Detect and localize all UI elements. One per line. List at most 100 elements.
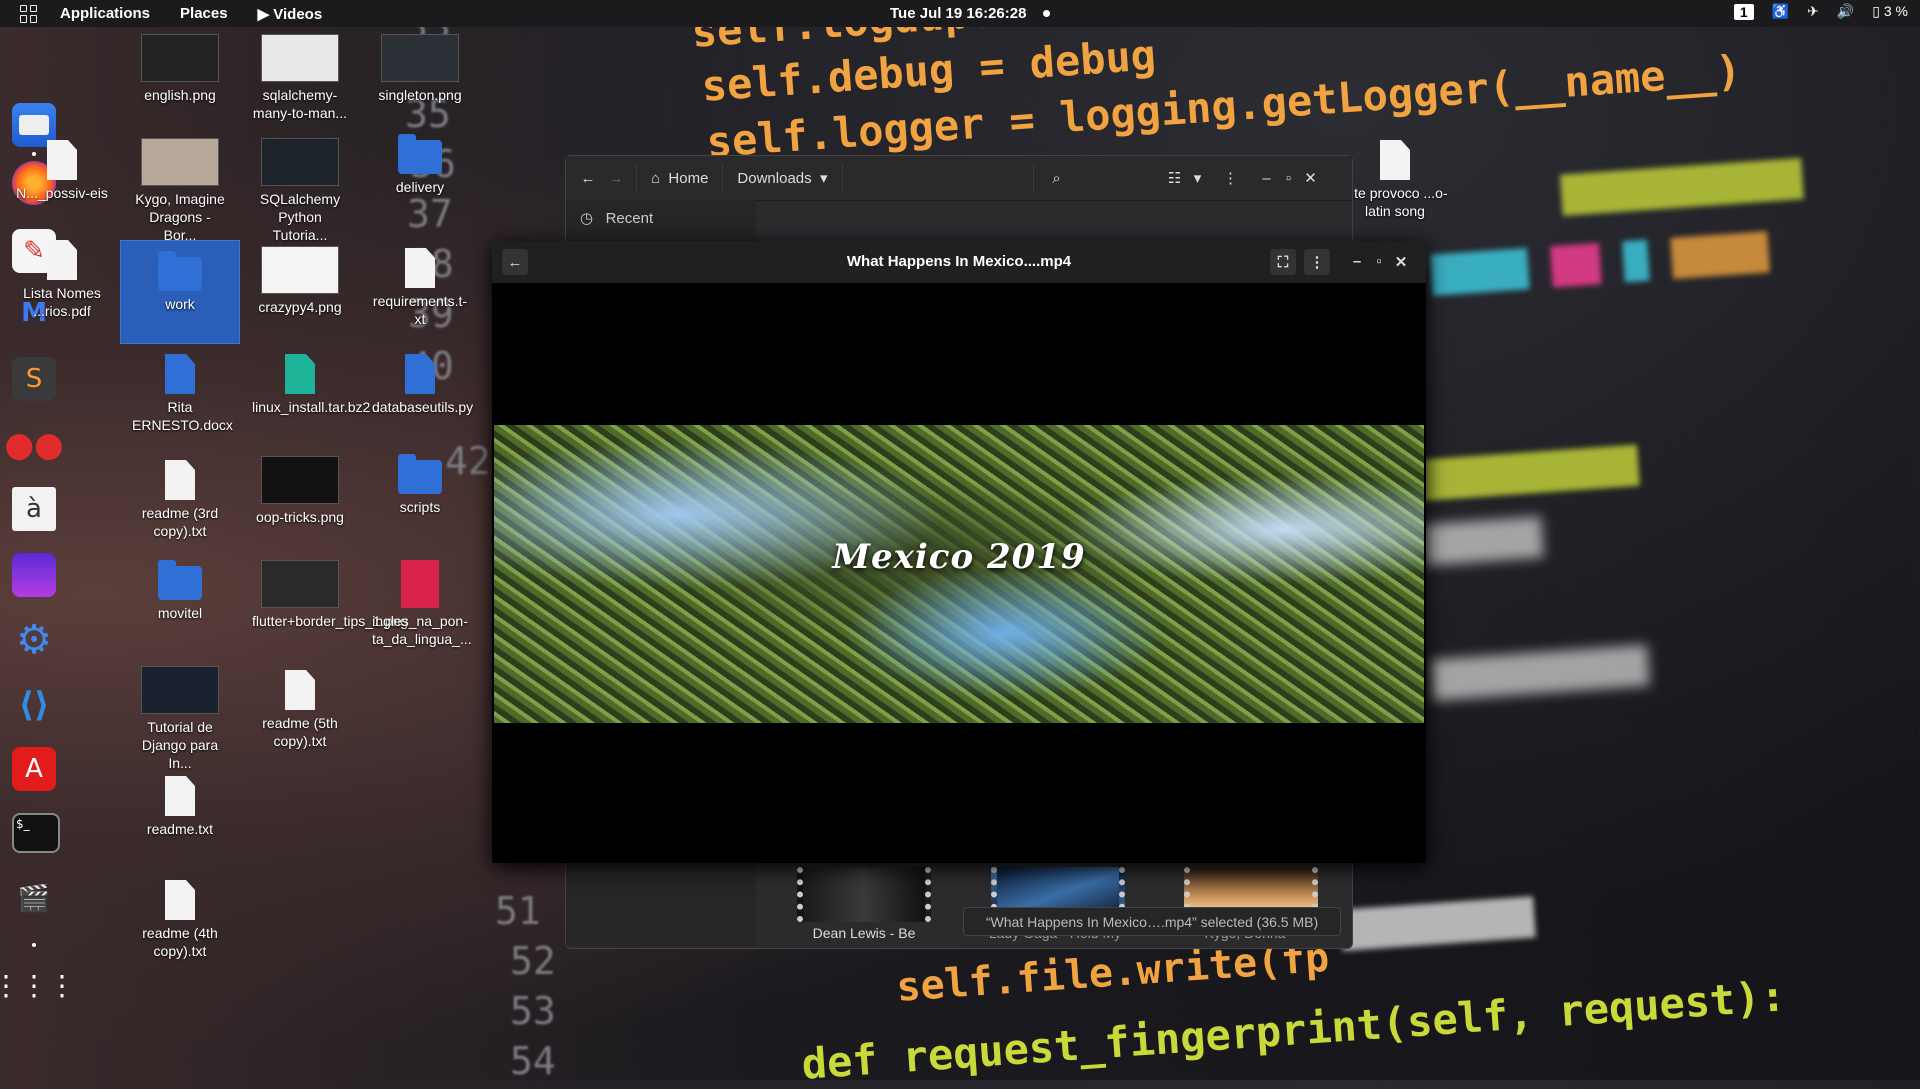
vscode-icon[interactable]: ⟨⟩ xyxy=(12,683,56,727)
text-file-icon xyxy=(165,880,195,920)
menu-kebab-icon[interactable]: ⋮ xyxy=(1304,249,1330,275)
breadcrumb-downloads[interactable]: Downloads ▾ xyxy=(723,164,843,192)
close-icon[interactable]: ✕ xyxy=(1300,169,1322,187)
airplane-icon[interactable]: ✈ xyxy=(1807,3,1819,20)
cherry-icon[interactable]: ●● xyxy=(4,423,63,467)
text-file-icon xyxy=(165,776,195,816)
desktop-icon-readme-3rd[interactable]: readme (3rd copy).txt xyxy=(132,460,228,540)
breadcrumb-home[interactable]: ⌂ Home xyxy=(636,164,724,192)
video-player-headerbar: ← What Happens In Mexico....mp4 ⛶ ⋮ – ▫ … xyxy=(492,241,1426,283)
desktop-icon-delivery[interactable]: delivery xyxy=(372,134,468,196)
workspace-indicator[interactable]: 1 xyxy=(1733,3,1754,20)
folder-icon xyxy=(398,134,442,174)
videos-menu[interactable]: ▶ Videos xyxy=(258,5,323,23)
video-thumbnail xyxy=(141,138,219,186)
desktop-icon-ingles-pdf[interactable]: ingles_na_pon-ta_da_lingua_... xyxy=(372,560,472,648)
places-menu[interactable]: Places xyxy=(180,5,228,22)
acrobat-icon[interactable]: A xyxy=(12,747,56,791)
desktop-icon-tutorial-django[interactable]: Tutorial de Django para In... xyxy=(132,666,228,772)
show-apps-icon[interactable]: ⋮⋮⋮ xyxy=(0,963,76,1007)
accessibility-icon[interactable]: ♿ xyxy=(1772,3,1789,20)
minimize-icon[interactable]: – xyxy=(1348,253,1366,270)
back-arrow-icon[interactable]: ← xyxy=(574,170,602,187)
folder-icon xyxy=(158,560,202,600)
minimize-icon[interactable]: – xyxy=(1256,170,1278,187)
video-icon[interactable]: 🎬 xyxy=(12,877,56,921)
desktop-icon-scripts[interactable]: scripts xyxy=(372,454,468,516)
fullscreen-icon[interactable]: ⛶ xyxy=(1270,249,1296,275)
desktop-icon-flutter-border[interactable]: flutter+border_tips_1.png xyxy=(252,560,408,630)
terminal-icon[interactable]: $_ xyxy=(12,813,60,853)
selection-status-tooltip: “What Happens In Mexico….mp4” selected (… xyxy=(963,907,1341,936)
desktop-icon-crazypy4[interactable]: crazypy4.png xyxy=(252,246,348,316)
desktop-icon-readme[interactable]: readme.txt xyxy=(132,776,228,838)
screenshot-icon[interactable] xyxy=(12,553,56,597)
wallpaper-code-line: ▇▇▇▇▇ xyxy=(1420,511,1544,566)
folder-icon xyxy=(158,251,202,291)
desktop-icon-movitel[interactable]: movitel xyxy=(132,560,228,622)
desktop-icon-latin-song[interactable]: ...te provoco ...o-latin song xyxy=(1340,140,1450,220)
image-thumbnail xyxy=(381,34,459,82)
image-thumbnail xyxy=(141,34,219,82)
wallpaper-code-line: ▇▇▇▇ ▇▇ ▇ ▇▇▇▇ xyxy=(1430,226,1770,296)
pdf-icon xyxy=(401,560,439,608)
desktop-icon-databaseutils[interactable]: databaseutils.py xyxy=(372,354,473,416)
font-icon[interactable]: à xyxy=(12,487,56,531)
video-thumbnail xyxy=(261,138,339,186)
desktop-icon-linux-install[interactable]: linux_install.tar.bz2 xyxy=(252,354,370,416)
desktop-icon-rita-docx[interactable]: Rita ERNESTO.docx xyxy=(132,354,233,434)
desktop-icon-work[interactable]: work xyxy=(120,240,240,344)
notification-dot xyxy=(1043,10,1050,17)
document-icon xyxy=(1380,140,1410,180)
desktop-icon-kygo-video[interactable]: Kygo, Imagine Dragons - Bor... xyxy=(132,138,228,244)
text-file-icon xyxy=(285,670,315,710)
clock-icon: ◷ xyxy=(580,210,606,227)
video-thumbnail xyxy=(141,666,219,714)
desktop-icon-possiveis[interactable]: N..._possiv-eis xyxy=(14,140,110,202)
app-grid-icon[interactable] xyxy=(20,4,38,23)
video-frame[interactable]: Mexico 2019 xyxy=(494,425,1424,723)
view-list-icon[interactable]: ☷ xyxy=(1162,169,1188,187)
image-thumbnail xyxy=(261,560,339,608)
sidebar-item-recent[interactable]: ◷ Recent xyxy=(566,200,756,236)
python-file-icon xyxy=(405,354,435,394)
forward-arrow-icon[interactable]: → xyxy=(602,170,630,187)
image-thumbnail xyxy=(261,246,339,294)
desktop-icon-oop-tricks[interactable]: oop-tricks.png xyxy=(252,456,348,526)
document-icon xyxy=(47,140,77,180)
chevron-down-icon[interactable]: ▾ xyxy=(1188,169,1208,187)
maximize-icon[interactable]: ▫ xyxy=(1370,253,1388,270)
thumbnail-label: Dean Lewis - Be xyxy=(812,925,916,941)
desktop-icon-readme-5th[interactable]: readme (5th copy).txt xyxy=(252,670,348,750)
file-manager-headerbar: ← → ⌂ Home Downloads ▾ ⌕ ☷ ▾ ⋮ – ▫ ✕ xyxy=(566,156,1352,201)
chevron-down-icon: ▾ xyxy=(811,170,828,187)
close-icon[interactable]: ✕ xyxy=(1392,253,1410,271)
menu-kebab-icon[interactable]: ⋮ xyxy=(1216,169,1246,187)
wallpaper-code-line: ▇▇▇▇▇▇▇▇▇▇ xyxy=(1560,153,1804,216)
text-file-icon xyxy=(165,460,195,500)
desktop-icon-singleton[interactable]: singleton.png xyxy=(372,34,468,104)
desktop-icon-lista-nomes[interactable]: Lista Nomes ...rios.pdf xyxy=(14,240,110,320)
video-thumbnail[interactable] xyxy=(797,867,931,922)
image-thumbnail xyxy=(261,34,339,82)
search-icon[interactable]: ⌕ xyxy=(1042,170,1072,187)
settings-icon[interactable]: ⚙ xyxy=(12,617,56,663)
clock[interactable]: Tue Jul 19 16:26:28 xyxy=(890,5,1026,22)
desktop-icon-readme-4th[interactable]: readme (4th copy).txt xyxy=(132,880,228,960)
maximize-icon[interactable]: ▫ xyxy=(1278,170,1300,187)
desktop-icon-sqlalchemy[interactable]: sqlalchemy-many-to-man... xyxy=(252,34,348,122)
word-document-icon xyxy=(165,354,195,394)
battery-status[interactable]: ▯ 3 % xyxy=(1872,3,1908,20)
sublime-icon[interactable]: S xyxy=(12,357,56,401)
applications-menu[interactable]: Applications xyxy=(60,5,150,22)
play-icon: ▶ xyxy=(257,5,274,23)
running-indicator xyxy=(32,943,36,947)
image-thumbnail xyxy=(261,456,339,504)
desktop-icon-requirements[interactable]: requirements.t-xt xyxy=(372,248,468,328)
breadcrumb-spacer xyxy=(843,164,1034,192)
desktop-icon-english[interactable]: english.png xyxy=(132,34,228,104)
desktop-icon-sqlalchemy-tutorial[interactable]: SQLalchemy Python Tutoria... xyxy=(252,138,348,244)
top-bar: Applications Places ▶ Videos Tue Jul 19 … xyxy=(0,0,1920,27)
volume-icon[interactable]: 🔊 xyxy=(1837,3,1854,20)
video-overlay-title: Mexico 2019 xyxy=(832,537,1086,577)
